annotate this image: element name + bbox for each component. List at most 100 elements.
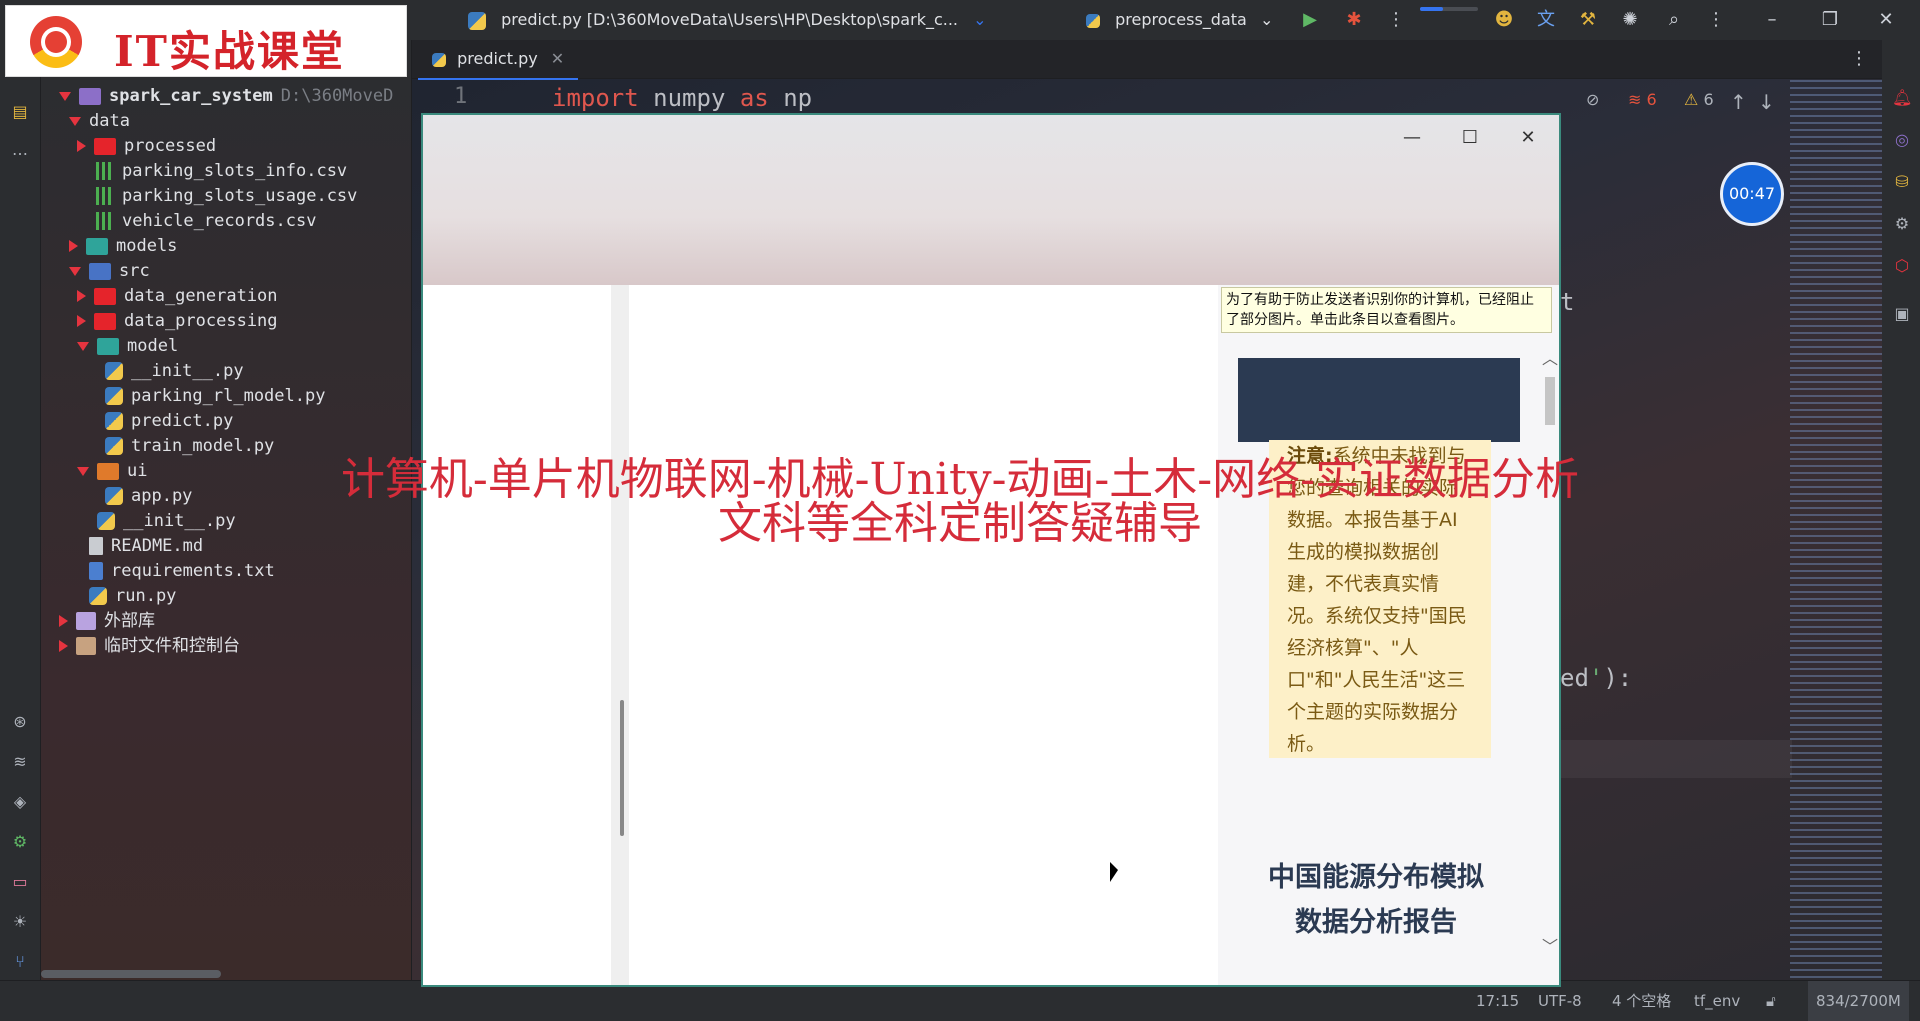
run-config-selector[interactable]: preprocess_data ⌄ [1086, 0, 1273, 40]
tree-item-py[interactable]: app.py [105, 484, 192, 509]
right-tool-strip: 🔔︎ ◎ ⛁ ⚙ ⬡ ▣ [1882, 40, 1920, 980]
tree-item-py[interactable]: __init__.py [105, 359, 244, 384]
scroll-thumb[interactable] [1545, 377, 1555, 425]
services-icon[interactable]: ⚙ [10, 832, 30, 852]
git-icon[interactable]: ⑂ [10, 952, 30, 972]
chevron-down-icon: ⌄ [973, 10, 987, 29]
blocked-images-notice[interactable]: 为了有助于防止发送者识别你的计算机，已经阻止了部分图片。单击此条目以查看图片。 [1221, 287, 1552, 333]
chevron-right-icon[interactable] [59, 640, 68, 652]
tree-item-scratches[interactable]: 临时文件和控制台 [59, 634, 240, 659]
tree-item-readme[interactable]: README.md [89, 534, 203, 559]
tree-item-data-generation[interactable]: data_generation [77, 284, 278, 309]
chevron-right-icon[interactable] [59, 615, 68, 627]
search-icon[interactable]: ⌕ [1664, 10, 1684, 30]
more-icon[interactable]: ⋮ [1386, 10, 1406, 30]
caret-position[interactable]: 17:15 [1476, 981, 1519, 1021]
build-icon[interactable]: ⚒ [1578, 10, 1598, 30]
close-tab-icon[interactable]: ✕ [551, 49, 564, 68]
database-icon[interactable]: ⛁ [1892, 172, 1912, 192]
gem-icon[interactable]: ⬡ [1892, 256, 1912, 276]
project-icon[interactable]: ▤ [10, 102, 30, 122]
maximize-icon[interactable]: ☐ [1447, 123, 1493, 153]
chevron-right-icon[interactable] [77, 140, 86, 152]
error-stripe-icon[interactable]: ≋ 6 [1628, 90, 1657, 109]
tree-item-ui[interactable]: ui [77, 459, 147, 484]
chevron-right-icon[interactable] [77, 290, 86, 302]
tree-item-csv[interactable]: parking_slots_usage.csv [96, 184, 357, 209]
chevron-down-icon[interactable] [77, 466, 89, 476]
more-icon[interactable]: … [10, 140, 30, 160]
tree-item-csv[interactable]: parking_slots_info.csv [96, 159, 347, 184]
tree-item-label: models [116, 236, 178, 256]
tree-root-label: spark_car_system [109, 86, 273, 106]
prev-highlight-icon[interactable]: ↑ [1730, 90, 1747, 114]
ai-assistant-icon[interactable]: ◎ [1892, 130, 1912, 150]
more-vert-icon[interactable]: ⋮ [1850, 48, 1868, 69]
tree-item-data-processing[interactable]: data_processing [77, 309, 278, 334]
tree-item-requirements[interactable]: requirements.txt [89, 559, 275, 584]
tab-predict[interactable]: predict.py ✕ [418, 40, 579, 80]
close-icon[interactable]: ✕ [1505, 123, 1551, 153]
debug-icon[interactable]: ✱ [1344, 10, 1364, 30]
code-line-1[interactable]: import numpy as np [552, 84, 812, 112]
hidden-eye-icon[interactable]: ⊘ [1586, 90, 1599, 109]
file-encoding[interactable]: UTF-8 [1538, 981, 1582, 1021]
chevron-right-icon[interactable] [69, 240, 78, 252]
tree-item-src[interactable]: src [69, 259, 150, 284]
code-minimap[interactable] [1790, 80, 1882, 980]
tree-item-external-libs[interactable]: 外部库 [59, 609, 155, 634]
next-highlight-icon[interactable]: ↓ [1758, 90, 1775, 114]
lock-icon[interactable]: 🔓︎ [1766, 981, 1776, 1021]
tool-window-strip: ▤ … ⊛ ≋ ◈ ⚙ ▭ ☀ ⑂ [0, 40, 41, 980]
chevron-down-icon[interactable] [69, 266, 81, 276]
left-scroll-thumb[interactable] [620, 700, 624, 836]
tree-item-run[interactable]: run.py [89, 584, 176, 609]
code-keyword: import [552, 84, 639, 112]
chevron-down-icon[interactable] [59, 91, 71, 101]
library-icon [76, 612, 96, 630]
tree-item-processed[interactable]: processed [77, 134, 216, 159]
translate-icon[interactable]: 文 [1536, 10, 1556, 30]
chevron-down-icon[interactable] [77, 341, 89, 351]
run-icon[interactable]: ▶ [1300, 10, 1320, 30]
file-title[interactable]: predict.py [D:\360MoveData\Users\HP\Desk… [468, 0, 987, 40]
run-config-label: preprocess_data [1115, 10, 1247, 29]
notifications-icon[interactable]: 🔔︎ [1892, 88, 1912, 108]
chevron-down-icon[interactable] [69, 116, 81, 126]
python-file-icon [89, 587, 107, 605]
layers-icon[interactable]: ◈ [10, 792, 30, 812]
terminal-icon[interactable]: ▭ [10, 872, 30, 892]
chevron-right-icon[interactable] [77, 315, 86, 327]
chevron-down-icon[interactable]: ﹀ [1542, 933, 1558, 957]
tree-item-csv[interactable]: vehicle_records.csv [96, 209, 316, 234]
tree-item-data[interactable]: data [69, 109, 130, 134]
tree-item-models[interactable]: models [69, 234, 177, 259]
ai-icon[interactable]: ✺ [1620, 10, 1640, 30]
tree-item-py[interactable]: parking_rl_model.py [105, 384, 325, 409]
left-margin-strip [611, 285, 629, 985]
python-console-icon[interactable]: ⊛ [10, 712, 30, 732]
memory-indicator[interactable]: 834/2700M [1808, 981, 1909, 1021]
plugin-icon[interactable]: ⚙ [1892, 214, 1912, 234]
close-icon[interactable]: ✕ [1876, 10, 1896, 30]
tree-item-py[interactable]: predict.py [105, 409, 233, 434]
more-vert-icon[interactable]: ⋮ [1706, 10, 1726, 30]
minimize-icon[interactable]: – [1762, 10, 1782, 30]
problems-icon[interactable]: ≋ [10, 752, 30, 772]
warning-icon[interactable]: ⚠ 6 [1684, 90, 1714, 109]
indent-setting[interactable]: 4 个空格 [1612, 981, 1671, 1021]
restore-icon[interactable]: ❐ [1820, 10, 1840, 30]
tree-item-py[interactable]: train_model.py [105, 434, 274, 459]
tree-item-py[interactable]: __init__.py [97, 509, 236, 534]
sciview-icon[interactable]: ▣ [1892, 304, 1912, 324]
chevron-up-icon[interactable]: ︿ [1542, 345, 1558, 369]
minimize-icon[interactable]: — [1389, 123, 1435, 153]
popup-vscrollbar[interactable]: ︿ ﹀ [1540, 345, 1559, 957]
collab-icon[interactable]: ☻ [1494, 10, 1514, 30]
tree-item-model[interactable]: model [77, 334, 178, 359]
tree-root[interactable]: spark_car_system D:\360MoveD [59, 84, 393, 109]
python-interpreter[interactable]: tf_env [1694, 981, 1740, 1021]
popup-title-bar[interactable]: — ☐ ✕ [423, 115, 1559, 285]
project-hscrollbar[interactable] [41, 970, 221, 978]
debug-tool-icon[interactable]: ☀ [10, 912, 30, 932]
